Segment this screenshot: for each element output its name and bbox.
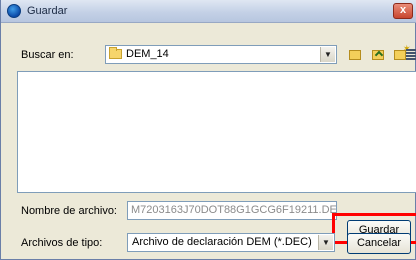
cancel-button[interactable]: Cancelar — [347, 233, 411, 254]
new-folder-icon — [394, 44, 411, 60]
folder-icon — [109, 47, 122, 59]
lookin-value: DEM_14 — [126, 48, 169, 60]
close-icon: x — [399, 4, 407, 16]
up-folder-button[interactable] — [368, 45, 388, 65]
title-bar[interactable]: Guardar x — [1, 0, 416, 23]
filename-input[interactable]: M7203163J70DOT88G1GCG6F19211.DEC — [127, 201, 337, 220]
filename-label-text: Nombre de archivo: — [21, 205, 117, 217]
chevron-down-icon: ▼ — [324, 50, 332, 59]
back-folder-icon — [349, 50, 361, 60]
views-menu-icon[interactable] — [406, 49, 416, 61]
close-button[interactable]: x — [393, 3, 413, 19]
back-folder-button[interactable] — [345, 45, 365, 65]
app-icon — [7, 4, 21, 18]
lookin-dropdown-button[interactable]: ▼ — [320, 47, 335, 62]
lookin-combobox[interactable]: DEM_14 ▼ — [105, 45, 337, 64]
filetype-label: Archivos de tipo: — [21, 237, 103, 249]
lookin-label: Buscar en: — [21, 49, 74, 61]
filetype-select[interactable]: Archivo de declaración DEM (*.DEC) ▼ — [127, 233, 335, 252]
filetype-value: Archivo de declaración DEM (*.DEC) — [132, 236, 312, 248]
save-dialog: Guardar x Buscar en: DEM_14 ▼ Nombre de … — [0, 0, 416, 260]
file-list[interactable] — [17, 71, 416, 193]
filetype-dropdown-button[interactable]: ▼ — [318, 235, 333, 250]
up-folder-icon — [372, 50, 384, 60]
window-title: Guardar — [27, 5, 68, 17]
chevron-down-icon: ▼ — [322, 238, 330, 247]
